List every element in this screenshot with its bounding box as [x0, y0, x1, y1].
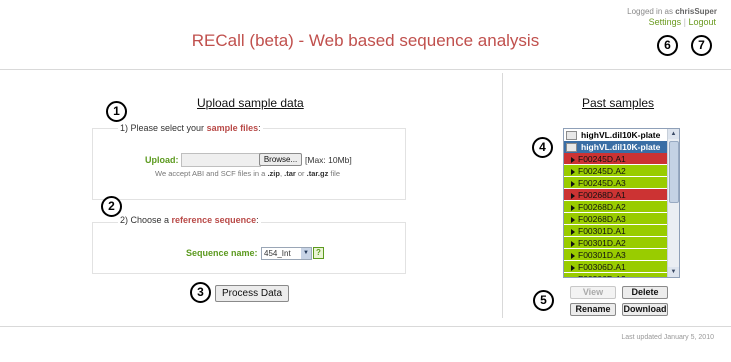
sequence-name-label: Sequence name:: [186, 248, 258, 258]
triangle-right-icon: [571, 264, 575, 271]
sample-row[interactable]: F00301D.A3: [564, 249, 667, 261]
list-scrollbar[interactable]: ▲ ▼: [667, 129, 679, 277]
triangle-right-icon: [571, 216, 575, 223]
sample-group-label: highVL.dil10K-plate: [581, 130, 661, 140]
sample-label: F00268D.A1: [578, 190, 626, 200]
chevron-down-icon: ▼: [301, 248, 311, 259]
marker-4: 4: [532, 137, 553, 158]
sample-row[interactable]: F00245D.A1: [564, 153, 667, 165]
sample-label: F00306D.A1: [578, 262, 626, 272]
marker-1: 1: [106, 101, 127, 122]
scroll-up-icon[interactable]: ▲: [668, 129, 679, 139]
sample-label: F00301D.A2: [578, 238, 626, 248]
triangle-right-icon: [571, 276, 575, 277]
header-divider: [0, 69, 731, 70]
upload-heading: Upload sample data: [197, 96, 304, 110]
marker-6: 6: [657, 35, 678, 56]
scroll-down-icon[interactable]: ▼: [668, 267, 679, 277]
sample-label: F00245D.A3: [578, 178, 626, 188]
step1-legend: 1) Please select your sample files:: [118, 123, 263, 133]
process-data-button[interactable]: Process Data: [215, 285, 289, 302]
max-size-note: [Max: 10Mb]: [305, 155, 352, 165]
view-button[interactable]: View: [570, 286, 616, 299]
sample-label: F00268D.A2: [578, 202, 626, 212]
column-divider: [502, 73, 503, 318]
past-samples-heading: Past samples: [582, 96, 655, 110]
marker-2: 2: [101, 196, 122, 217]
marker-5: 5: [533, 290, 554, 311]
sample-label: F00301D.A3: [578, 250, 626, 260]
sample-row[interactable]: F00306D.A2: [564, 273, 667, 277]
help-icon[interactable]: ?: [313, 247, 324, 259]
sample-row[interactable]: F00268D.A2: [564, 201, 667, 213]
triangle-right-icon: [571, 180, 575, 187]
sample-label: F00245D.A2: [578, 166, 626, 176]
reference-highlight: reference sequence: [171, 215, 257, 225]
folder-icon: [566, 143, 577, 153]
sample-row[interactable]: F00268D.A3: [564, 213, 667, 225]
marker-3: 3: [190, 282, 211, 303]
triangle-right-icon: [571, 252, 575, 259]
last-updated: Last updated January 5, 2010: [621, 334, 714, 341]
sample-row[interactable]: F00268D.A1: [564, 189, 667, 201]
marker-7: 7: [691, 35, 712, 56]
sample-row[interactable]: F00306D.A1: [564, 261, 667, 273]
settings-link[interactable]: Settings: [649, 17, 682, 27]
sample-group-row[interactable]: highVL.dil10K-plate: [564, 129, 667, 141]
past-samples-list[interactable]: highVL.dil10K-plate highVL.dil10K-plate F0…: [563, 128, 680, 278]
browse-button[interactable]: Browse...: [259, 153, 302, 166]
sample-row[interactable]: F00301D.A1: [564, 225, 667, 237]
sample-label: F00245D.A1: [578, 154, 626, 164]
step2-legend: 2) Choose a reference sequence:: [118, 215, 261, 225]
file-type-hint: We accept ABI and SCF files in a .zip, .…: [155, 169, 341, 178]
sample-label: F00306D.A2: [578, 274, 626, 277]
sample-group-row[interactable]: highVL.dil10K-plate: [564, 141, 667, 153]
sample-row[interactable]: F00301D.A2: [564, 237, 667, 249]
sample-label: F00301D.A1: [578, 226, 626, 236]
triangle-right-icon: [571, 240, 575, 247]
logout-link[interactable]: Logout: [688, 17, 716, 27]
page-title: RECall (beta) - Web based sequence analy…: [191, 31, 540, 50]
login-status: Logged in as chrisSuper: [627, 7, 717, 16]
scroll-thumb[interactable]: [669, 141, 679, 203]
sequence-select[interactable]: 454_Int ▼: [261, 247, 312, 260]
triangle-right-icon: [571, 156, 575, 163]
upload-label: Upload:: [145, 155, 179, 165]
username: chrisSuper: [675, 7, 717, 16]
sample-group-label: highVL.dil10K-plate: [581, 142, 661, 152]
triangle-right-icon: [571, 228, 575, 235]
download-button[interactable]: Download: [622, 303, 668, 316]
triangle-right-icon: [571, 204, 575, 211]
triangle-right-icon: [571, 168, 575, 175]
sample-row[interactable]: F00245D.A3: [564, 177, 667, 189]
past-samples-rows: highVL.dil10K-plate highVL.dil10K-plate F0…: [564, 129, 667, 277]
account-links: Settings | Logout: [648, 17, 716, 27]
sample-files-highlight: sample files: [206, 123, 259, 133]
sample-label: F00268D.A3: [578, 214, 626, 224]
footer-divider: [0, 326, 731, 327]
rename-button[interactable]: Rename: [570, 303, 616, 316]
delete-button[interactable]: Delete: [622, 286, 668, 299]
folder-icon: [566, 131, 577, 141]
triangle-right-icon: [571, 192, 575, 199]
sample-row[interactable]: F00245D.A2: [564, 165, 667, 177]
file-path-input[interactable]: [181, 153, 261, 167]
